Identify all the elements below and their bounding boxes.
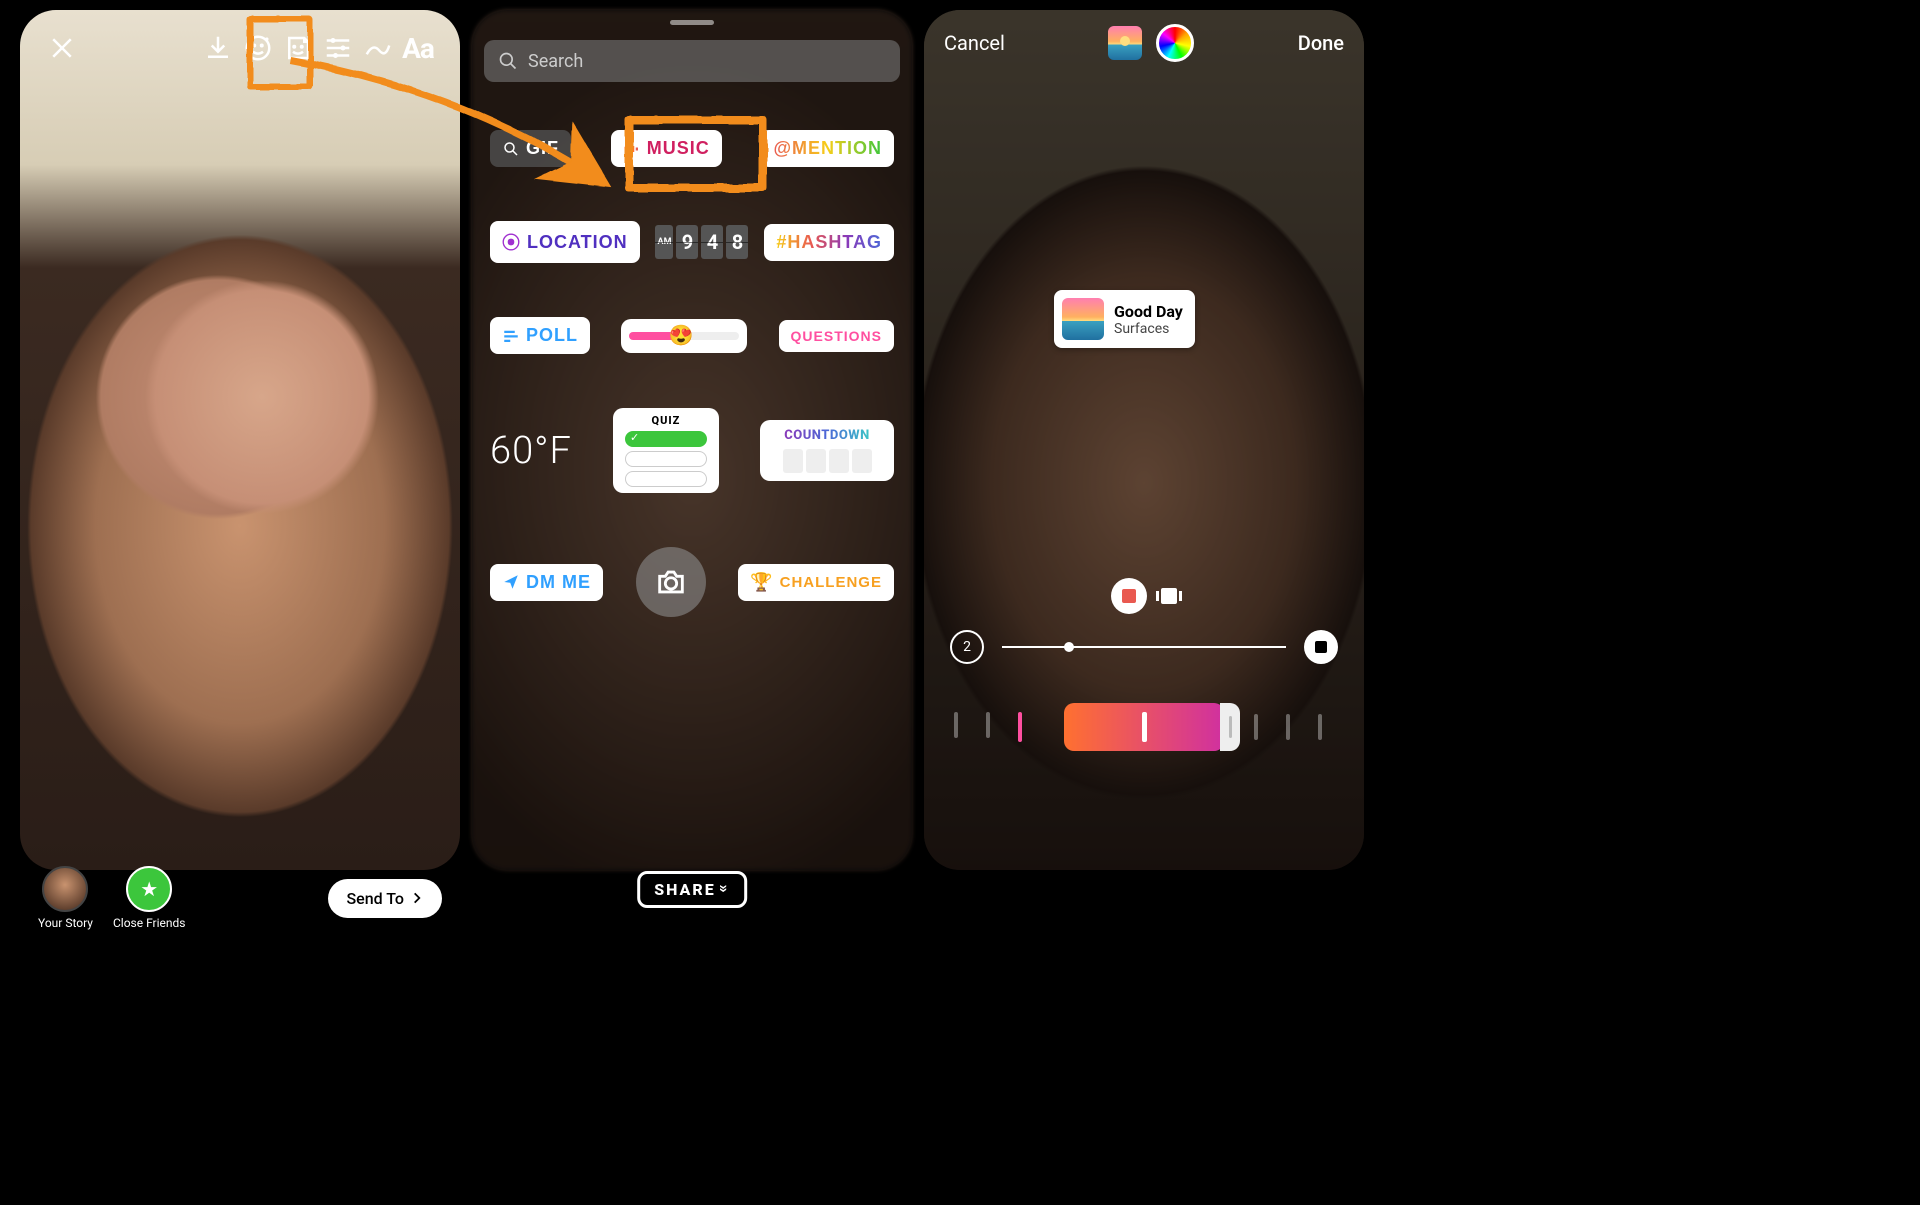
dm-me-label: DM ME bbox=[526, 572, 591, 593]
mention-label: @MENTION bbox=[773, 138, 882, 159]
story-toolbar: Aa bbox=[20, 28, 460, 68]
poll-sticker[interactable]: POLL bbox=[490, 317, 590, 354]
location-label: LOCATION bbox=[527, 232, 628, 253]
challenge-label: CHALLENGE bbox=[780, 574, 882, 591]
countdown-label: COUNTDOWN bbox=[784, 428, 870, 443]
sound-bars-icon bbox=[623, 140, 641, 158]
sticker-icon[interactable] bbox=[278, 28, 318, 68]
heart-eyes-emoji: 😍 bbox=[669, 323, 694, 347]
music-sticker[interactable]: MUSIC bbox=[611, 130, 722, 167]
send-to-label: Send To bbox=[346, 889, 404, 908]
challenge-sticker[interactable]: 🏆 CHALLENGE bbox=[738, 564, 894, 601]
poll-icon bbox=[502, 327, 520, 345]
clock-min1: 4 bbox=[701, 225, 723, 259]
send-icon bbox=[502, 573, 520, 591]
song-artist: Surfaces bbox=[1114, 321, 1183, 337]
quiz-option bbox=[625, 451, 707, 467]
stop-button[interactable] bbox=[1304, 630, 1338, 664]
draw-icon[interactable] bbox=[358, 28, 398, 68]
camera-icon bbox=[654, 565, 688, 599]
music-sticker-preview[interactable]: Good Day Surfaces bbox=[1054, 290, 1195, 348]
gif-label: GIF bbox=[526, 138, 559, 159]
music-editor-topbar: Cancel Done bbox=[924, 24, 1364, 62]
story-editor-screen: Aa bbox=[20, 10, 460, 870]
quiz-label: QUIZ bbox=[652, 414, 681, 427]
color-picker-icon[interactable] bbox=[1156, 24, 1194, 62]
hashtag-sticker[interactable]: #HASHTAG bbox=[764, 224, 894, 261]
avatar bbox=[42, 866, 88, 912]
style-option-artwork[interactable] bbox=[1111, 578, 1147, 614]
close-icon[interactable] bbox=[42, 28, 82, 68]
trophy-icon: 🏆 bbox=[750, 572, 773, 593]
search-placeholder: Search bbox=[528, 51, 583, 72]
location-sticker[interactable]: ⦿ LOCATION bbox=[490, 221, 640, 263]
clock-min2: 8 bbox=[726, 225, 748, 259]
quiz-option bbox=[625, 471, 707, 487]
album-thumbnail[interactable] bbox=[1108, 26, 1142, 60]
clock-ampm: AM bbox=[655, 225, 673, 259]
clock-hour: 9 bbox=[676, 225, 698, 259]
your-story-label: Your Story bbox=[38, 916, 93, 930]
search-icon bbox=[502, 140, 520, 158]
download-icon[interactable] bbox=[198, 28, 238, 68]
scrubber-track[interactable] bbox=[1002, 646, 1286, 648]
lyric-selector[interactable] bbox=[954, 700, 1334, 754]
time-sticker[interactable]: AM 9 4 8 bbox=[651, 221, 752, 263]
dm-me-sticker[interactable]: DM ME bbox=[490, 564, 603, 601]
effects-icon[interactable] bbox=[318, 28, 358, 68]
scrubber-thumb[interactable] bbox=[1064, 642, 1074, 652]
close-friends-label: Close Friends bbox=[113, 916, 186, 930]
search-icon bbox=[498, 51, 518, 71]
gif-sticker[interactable]: GIF bbox=[490, 130, 571, 167]
cancel-button[interactable]: Cancel bbox=[944, 31, 1005, 55]
done-button[interactable]: Done bbox=[1298, 31, 1344, 55]
questions-label: QUESTIONS bbox=[791, 328, 882, 344]
weather-sticker[interactable]: 60°F bbox=[490, 429, 572, 473]
text-tool-button[interactable]: Aa bbox=[398, 28, 438, 68]
send-to-button[interactable]: Send To bbox=[328, 879, 442, 918]
chevron-right-icon bbox=[410, 891, 424, 905]
pin-icon: ⦿ bbox=[502, 229, 521, 255]
music-scrubber: 2 bbox=[950, 630, 1338, 664]
tray-handle[interactable] bbox=[670, 20, 714, 25]
emoji-slider-sticker[interactable]: 😍 bbox=[621, 319, 747, 353]
album-art bbox=[1062, 298, 1104, 340]
story-share-bar: Your Story ★ Close Friends Send To bbox=[20, 856, 460, 940]
hashtag-label: #HASHTAG bbox=[776, 232, 882, 253]
selected-segment[interactable] bbox=[1064, 703, 1224, 751]
face-filter-icon[interactable] bbox=[238, 28, 278, 68]
quiz-option-selected bbox=[625, 431, 707, 447]
mention-sticker[interactable]: @MENTION bbox=[761, 130, 894, 167]
your-story-button[interactable]: Your Story bbox=[38, 866, 93, 930]
song-title: Good Day bbox=[1114, 302, 1183, 321]
clip-duration-badge[interactable]: 2 bbox=[950, 630, 984, 664]
display-style-toggle bbox=[1111, 578, 1177, 614]
camera-sticker[interactable] bbox=[636, 547, 706, 617]
quiz-sticker[interactable]: QUIZ bbox=[613, 408, 719, 493]
questions-sticker[interactable]: QUESTIONS bbox=[779, 320, 894, 352]
style-option-compact[interactable] bbox=[1161, 588, 1177, 604]
close-friends-button[interactable]: ★ Close Friends bbox=[113, 866, 186, 930]
poll-label: POLL bbox=[526, 325, 578, 346]
music-editor-screen: Cancel Done Good Day Surfaces 2 bbox=[924, 10, 1364, 870]
music-label: MUSIC bbox=[647, 138, 710, 159]
star-icon: ★ bbox=[126, 866, 172, 912]
chevron-down-icon: » bbox=[715, 884, 734, 894]
share-button[interactable]: SHARE » bbox=[637, 871, 747, 908]
sticker-tray-screen: Search GIF MUSIC @MENTION bbox=[472, 10, 912, 870]
countdown-sticker[interactable]: COUNTDOWN bbox=[760, 420, 894, 481]
trim-handle[interactable] bbox=[1220, 703, 1240, 751]
sticker-search[interactable]: Search bbox=[484, 40, 900, 82]
share-label: SHARE bbox=[654, 880, 715, 899]
